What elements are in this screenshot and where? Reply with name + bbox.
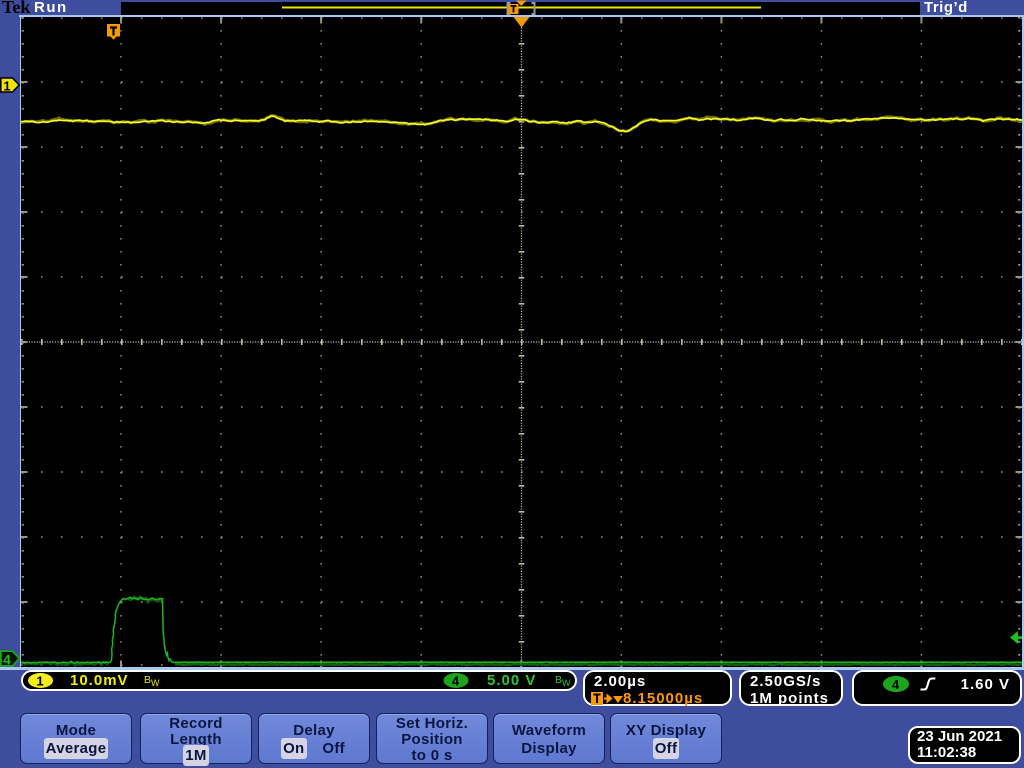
svg-text:4: 4 bbox=[452, 674, 460, 689]
svg-text:1: 1 bbox=[36, 674, 44, 689]
svg-text:1: 1 bbox=[3, 79, 10, 94]
svg-text:4: 4 bbox=[3, 652, 11, 668]
svg-text:4: 4 bbox=[892, 677, 900, 692]
